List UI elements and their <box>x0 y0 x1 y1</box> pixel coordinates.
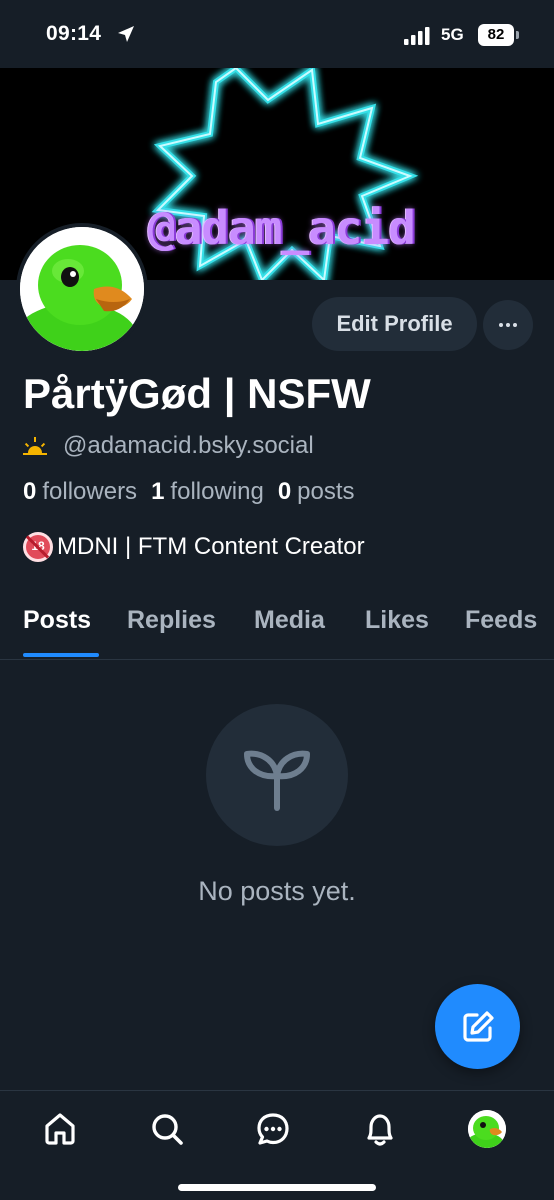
empty-state-icon-circle <box>206 704 348 846</box>
sun-emoji-icon <box>23 437 47 455</box>
display-name: PårtÿGød | NSFW <box>23 370 371 417</box>
bio-text: MDNI | FTM Content Creator <box>57 533 365 560</box>
search-icon[interactable] <box>149 1111 185 1147</box>
status-time: 09:14 <box>46 22 102 45</box>
compose-icon <box>463 1011 494 1042</box>
chat-icon[interactable] <box>255 1111 291 1147</box>
banner-text: @adam_acid <box>148 201 416 255</box>
battery-cap <box>516 31 519 39</box>
status-bar: 09:14 5G 82 <box>0 0 554 68</box>
home-icon[interactable] <box>42 1111 78 1147</box>
posts-stat: 0 posts <box>278 478 355 506</box>
following-stat[interactable]: 1 following <box>151 478 264 506</box>
green-duck-avatar-image <box>468 1110 506 1148</box>
tab-replies[interactable]: Replies <box>127 606 216 635</box>
empty-state-text: No posts yet. <box>198 876 356 906</box>
tab-media[interactable]: Media <box>254 606 325 635</box>
green-duck-avatar-image <box>20 227 144 351</box>
profile-tabs: Posts Replies Media Likes Feeds <box>0 596 554 660</box>
followers-count: 0 <box>23 478 37 505</box>
signal-bars-icon <box>404 27 430 45</box>
compose-post-button[interactable] <box>435 984 520 1069</box>
following-count: 1 <box>151 478 165 505</box>
profile-screen: 09:14 5G 82 @adam_acid Edit Profile Pårt… <box>0 0 554 1200</box>
bell-icon[interactable] <box>362 1111 398 1147</box>
edit-profile-button[interactable]: Edit Profile <box>312 297 477 351</box>
followers-stat[interactable]: 0 followers <box>23 478 137 506</box>
ellipsis-icon <box>499 323 517 327</box>
more-options-button[interactable] <box>483 300 533 350</box>
posts-count: 0 <box>277 478 292 505</box>
seedling-icon <box>244 750 310 811</box>
profile-avatar[interactable] <box>16 223 148 355</box>
network-label: 5G <box>441 25 464 44</box>
profile-avatar[interactable] <box>468 1110 506 1148</box>
battery-level: 82 <box>478 24 514 46</box>
profile-bio: 18 MDNI | FTM Content Creator <box>23 532 365 562</box>
active-tab-indicator <box>23 653 99 657</box>
profile-stats: 0 followers 1 following 0 posts <box>23 478 369 506</box>
tab-feeds[interactable]: Feeds <box>465 606 537 635</box>
handle-row: @adamacid.bsky.social <box>23 430 314 462</box>
tab-posts[interactable]: Posts <box>23 606 91 635</box>
followers-label: followers <box>42 478 138 505</box>
battery-icon: 82 <box>478 24 520 46</box>
home-indicator <box>178 1184 376 1191</box>
location-arrow-icon <box>118 26 134 42</box>
no-under-18-emoji-icon: 18 <box>23 532 53 562</box>
following-label: following <box>170 478 264 505</box>
profile-handle[interactable]: @adamacid.bsky.social <box>63 432 314 460</box>
bottom-navigation <box>0 1090 554 1200</box>
posts-label: posts <box>297 478 355 505</box>
tab-likes[interactable]: Likes <box>365 606 429 635</box>
